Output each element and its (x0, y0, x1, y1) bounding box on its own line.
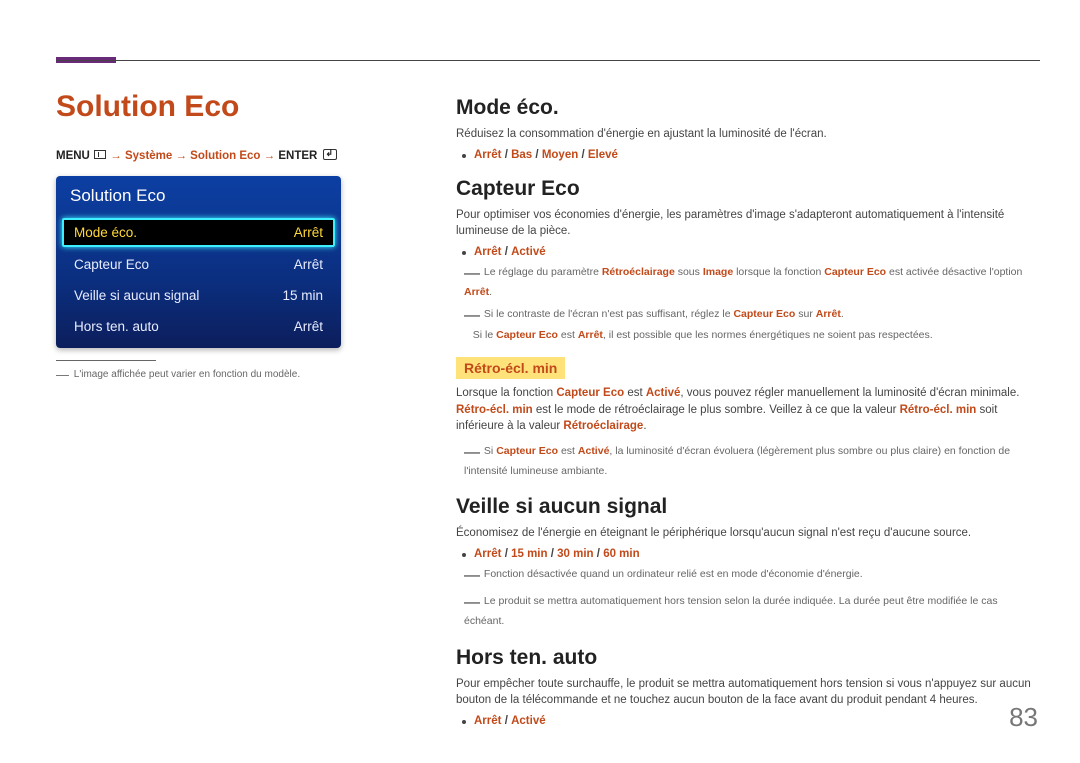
osd-item-label: Veille si aucun signal (74, 288, 199, 303)
dash-icon: ― (464, 594, 480, 611)
breadcrumb-path: → Système → Solution Eco → (110, 150, 278, 162)
options-veille: Arrêt / 15 min / 30 min / 60 min (474, 548, 1036, 560)
page-number: 83 (1009, 702, 1038, 733)
heading-mode-eco: Mode éco. (456, 96, 1036, 120)
options-capteur-eco: Arrêt / Activé (474, 246, 1036, 258)
osd-item-value: 15 min (282, 288, 323, 303)
note-veille-1: ― Fonction désactivée quand un ordinateu… (464, 564, 1036, 587)
osd-item-label: Mode éco. (74, 225, 137, 240)
note-veille-2: ― Le produit se mettra automatiquement h… (464, 591, 1036, 629)
dash-icon: ― (464, 307, 480, 324)
footnote-text: L'image affichée peut varier en fonction… (74, 369, 300, 380)
dash-icon: ― (56, 367, 69, 382)
osd-menu-item-capteur-eco[interactable]: Capteur Eco Arrêt (56, 249, 341, 280)
osd-item-label: Capteur Eco (74, 257, 149, 272)
page-title: Solution Eco (56, 90, 416, 124)
desc-retro-ecl-min: Lorsque la fonction Capteur Eco est Acti… (456, 385, 1036, 435)
desc-capteur-eco: Pour optimiser vos économies d'énergie, … (456, 207, 1036, 240)
osd-item-value: Arrêt (294, 225, 323, 240)
section-mode-eco: Mode éco. Réduisez la consommation d'éne… (456, 96, 1036, 161)
breadcrumb-menu-label: MENU (56, 150, 90, 162)
osd-item-value: Arrêt (294, 319, 323, 334)
enter-icon (323, 149, 337, 160)
desc-mode-eco: Réduisez la consommation d'énergie en aj… (456, 126, 1036, 143)
dash-icon: ― (464, 567, 480, 584)
note-capteur-eco-2: ― Si le contraste de l'écran n'est pas s… (464, 304, 1036, 342)
section-veille: Veille si aucun signal Économisez de l'é… (456, 495, 1036, 629)
heading-veille: Veille si aucun signal (456, 495, 1036, 519)
osd-menu-item-mode-eco[interactable]: Mode éco. Arrêt (62, 218, 335, 247)
dash-icon: ― (464, 265, 480, 282)
desc-hors-ten-auto: Pour empêcher toute surchauffe, le produ… (456, 676, 1036, 709)
header-rule (56, 60, 1040, 61)
heading-retro-ecl-min: Rétro-écl. min (456, 357, 565, 379)
heading-hors-ten-auto: Hors ten. auto (456, 646, 1036, 670)
osd-menu-panel: Solution Eco Mode éco. Arrêt Capteur Eco… (56, 176, 341, 348)
footnote: ― L'image affichée peut varier en foncti… (56, 367, 416, 382)
breadcrumb-enter-label: ENTER (278, 150, 317, 162)
menu-icon (94, 150, 106, 159)
dash-icon: ― (464, 444, 480, 461)
desc-veille: Économisez de l'énergie en éteignant le … (456, 525, 1036, 542)
osd-menu-item-hors-ten-auto[interactable]: Hors ten. auto Arrêt (56, 311, 341, 348)
breadcrumb: MENU → Système → Solution Eco → ENTER (56, 150, 416, 162)
section-capteur-eco: Capteur Eco Pour optimiser vos économies… (456, 177, 1036, 480)
footnote-rule (56, 360, 156, 361)
osd-menu-item-veille[interactable]: Veille si aucun signal 15 min (56, 280, 341, 311)
note-retro-ecl-min: ― Si Capteur Eco est Activé, la luminosi… (464, 441, 1036, 479)
options-hors-ten-auto: Arrêt / Activé (474, 715, 1036, 727)
osd-menu-title: Solution Eco (56, 176, 341, 216)
osd-item-label: Hors ten. auto (74, 319, 159, 334)
note-capteur-eco-1: ― Le réglage du paramètre Rétroéclairage… (464, 262, 1036, 300)
right-column: Mode éco. Réduisez la consommation d'éne… (456, 90, 1036, 743)
section-hors-ten-auto: Hors ten. auto Pour empêcher toute surch… (456, 646, 1036, 727)
options-mode-eco: Arrêt / Bas / Moyen / Elevé (474, 149, 1036, 161)
left-column: Solution Eco MENU → Système → Solution E… (56, 90, 416, 382)
heading-capteur-eco: Capteur Eco (456, 177, 1036, 201)
osd-item-value: Arrêt (294, 257, 323, 272)
